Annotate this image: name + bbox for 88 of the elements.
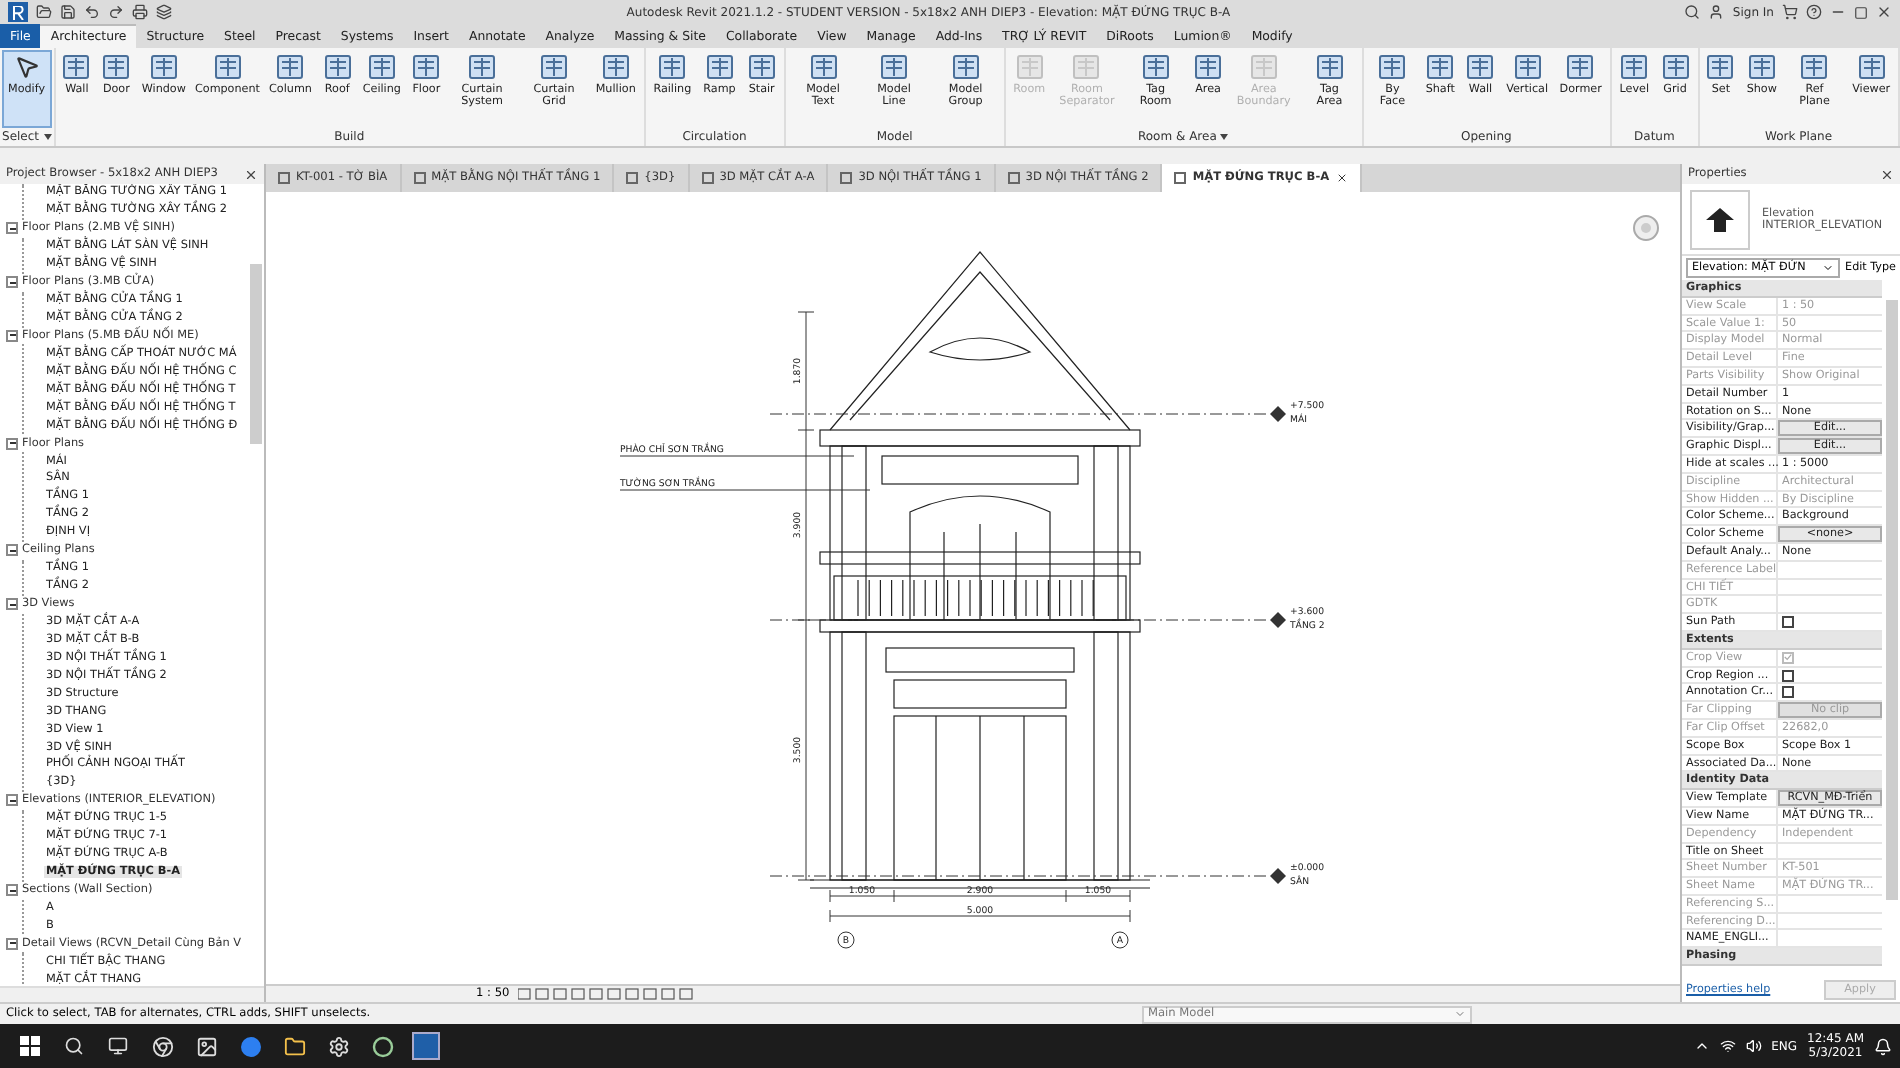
collapse-icon[interactable] (6, 437, 18, 450)
collapse-icon[interactable] (6, 276, 18, 289)
print-icon[interactable] (132, 4, 148, 20)
open-icon[interactable] (36, 4, 52, 20)
scrollbar[interactable] (250, 264, 262, 444)
tool-icon (1706, 54, 1735, 80)
view-icon (701, 172, 714, 184)
collapse-icon[interactable] (6, 598, 18, 611)
view-icon (278, 172, 290, 184)
chevron-down-icon (1454, 1008, 1466, 1020)
tool-icon (1072, 54, 1101, 80)
tool-icon (540, 54, 569, 80)
network-icon[interactable] (1719, 1038, 1736, 1054)
tool-icon (1513, 54, 1542, 80)
chevron-down-icon (1821, 262, 1834, 274)
collapse-icon[interactable] (6, 794, 18, 807)
collapse-icon[interactable] (6, 329, 18, 342)
collapse-icon[interactable] (6, 544, 18, 557)
tray-expand-icon[interactable] (1693, 1038, 1710, 1054)
redo-icon[interactable] (108, 4, 124, 20)
tool-icon (468, 54, 497, 80)
tool-icon (1015, 54, 1044, 80)
tool-icon (323, 54, 352, 80)
app-logo-icon[interactable] (8, 2, 28, 22)
tool-icon (705, 54, 734, 80)
elevation-house-icon (1704, 205, 1736, 233)
level-marker-icon (1270, 868, 1286, 884)
tool-icon (1857, 54, 1886, 80)
tool-icon (1378, 54, 1407, 80)
tool-icon (1194, 54, 1223, 80)
tool-icon (601, 54, 630, 80)
tool-icon (809, 54, 837, 80)
tool-icon (412, 54, 441, 80)
tool-icon (1426, 54, 1455, 80)
tool-icon (149, 54, 178, 80)
tool-icon (1315, 54, 1344, 80)
view-control-icons-drawing[interactable] (517, 988, 698, 1000)
tool-icon (1249, 54, 1278, 80)
volume-icon[interactable] (1745, 1038, 1762, 1054)
collapse-icon[interactable] (6, 222, 18, 235)
user-icon[interactable] (1708, 4, 1725, 20)
tool-icon (276, 54, 305, 80)
tool-icon (213, 54, 242, 80)
view-icon (413, 172, 426, 184)
property-checkbox[interactable] (1782, 686, 1794, 699)
view-icon (626, 172, 639, 184)
tool-icon (1620, 54, 1649, 80)
close-icon[interactable] (1876, 4, 1892, 20)
undo-icon[interactable] (84, 4, 100, 20)
search-icon[interactable] (1684, 4, 1701, 20)
tool-icon (951, 54, 980, 80)
tool-icon (1800, 54, 1829, 80)
cursor-icon (13, 54, 40, 80)
level-marker-icon (1270, 406, 1286, 422)
caret-icon (43, 134, 52, 140)
collapse-icon[interactable] (6, 884, 18, 897)
scrollbar[interactable] (0, 986, 264, 1002)
grid-bubble (837, 931, 855, 949)
close-icon[interactable] (244, 167, 258, 181)
help-icon[interactable] (1806, 4, 1822, 20)
notification-icon[interactable] (1874, 1037, 1892, 1055)
tool-icon (1566, 54, 1595, 80)
property-checkbox[interactable] (1782, 669, 1794, 682)
view-icon (840, 172, 853, 184)
layers-icon[interactable] (156, 4, 172, 20)
level-marker-icon (1270, 612, 1286, 628)
tool-icon (62, 54, 91, 80)
scrollbar[interactable] (1886, 300, 1898, 900)
tool-icon (1466, 54, 1495, 80)
tool-icon (658, 54, 687, 80)
view-icon (1174, 172, 1187, 184)
collapse-icon[interactable] (6, 937, 18, 950)
tool-icon (879, 54, 908, 80)
tool-icon (1661, 54, 1690, 80)
grid-bubble (1111, 931, 1129, 949)
close-icon[interactable] (1335, 172, 1348, 184)
tool-icon (1747, 54, 1776, 80)
tool-icon (367, 54, 396, 80)
cart-icon[interactable] (1782, 4, 1798, 20)
close-icon[interactable] (1880, 167, 1894, 181)
save-icon[interactable] (60, 4, 76, 20)
property-checkbox[interactable] (1782, 616, 1794, 629)
tool-icon (1141, 54, 1170, 80)
caret-icon (1220, 134, 1229, 140)
maximize-icon[interactable] (1854, 5, 1868, 19)
tool-icon (747, 54, 776, 80)
view-icon (1007, 172, 1020, 184)
tool-icon (102, 54, 131, 80)
